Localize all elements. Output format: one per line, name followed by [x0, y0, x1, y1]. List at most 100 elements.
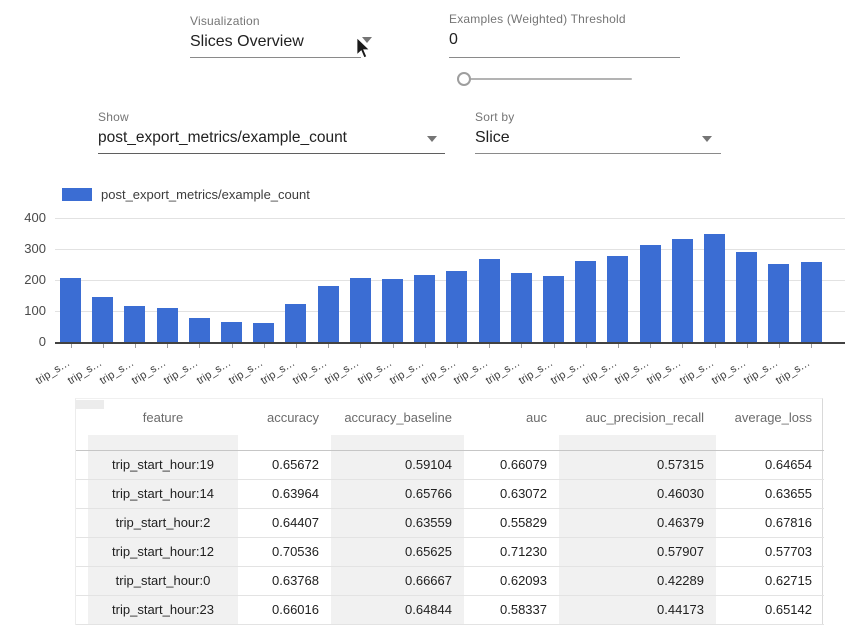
x-axis-tick	[199, 344, 200, 348]
sort-by-underline	[475, 153, 721, 154]
bar[interactable]	[607, 256, 628, 342]
x-axis-tick	[167, 344, 168, 348]
metric-cell: 0.64844	[331, 595, 464, 624]
x-axis-tick	[103, 344, 104, 348]
y-axis-tick-label: 0	[6, 334, 46, 349]
filter-cell	[88, 435, 238, 450]
legend-label: post_export_metrics/example_count	[101, 187, 310, 202]
threshold-label: Examples (Weighted) Threshold	[449, 12, 681, 26]
x-axis-tick	[747, 344, 748, 348]
gridline	[55, 218, 845, 219]
bar[interactable]	[382, 279, 403, 342]
x-axis-tick	[521, 344, 522, 348]
visualization-underline	[190, 57, 361, 58]
show-value[interactable]: post_export_metrics/example_count	[98, 129, 446, 147]
bar[interactable]	[511, 273, 532, 342]
bar[interactable]	[92, 297, 113, 342]
bar[interactable]	[801, 262, 822, 342]
metric-cell: 0.65625	[331, 537, 464, 566]
bar[interactable]	[157, 308, 178, 342]
slider-track[interactable]	[457, 78, 632, 80]
bar[interactable]	[768, 264, 789, 342]
column-header-feature[interactable]: feature	[88, 399, 238, 435]
bar[interactable]	[704, 234, 725, 343]
metric-cell: 0.63559	[331, 508, 464, 537]
visualization-value[interactable]: Slices Overview	[190, 33, 362, 51]
column-header-auc-precision-recall[interactable]: auc_precision_recall	[559, 399, 716, 435]
metric-cell: 0.65766	[331, 479, 464, 508]
metric-cell: 0.62715	[716, 566, 824, 595]
x-axis-tick	[618, 344, 619, 348]
sort-by-dropdown[interactable]: Sort by Slice	[475, 110, 721, 147]
chevron-down-icon[interactable]	[427, 136, 437, 142]
table-row[interactable]: trip_start_hour:20.644070.635590.558290.…	[76, 508, 824, 537]
x-axis-tick	[650, 344, 651, 348]
index-cell	[76, 508, 88, 537]
metric-cell: 0.58337	[464, 595, 559, 624]
metric-cell: 0.44173	[559, 595, 716, 624]
bar[interactable]	[253, 323, 274, 342]
metric-cell: 0.66079	[464, 450, 559, 479]
metric-cell: 0.57315	[559, 450, 716, 479]
x-axis-tick	[715, 344, 716, 348]
table-row[interactable]: trip_start_hour:140.639640.657660.630720…	[76, 479, 824, 508]
feature-cell: trip_start_hour:23	[88, 595, 238, 624]
feature-cell: trip_start_hour:2	[88, 508, 238, 537]
x-axis-tick	[296, 344, 297, 348]
y-axis-tick-label: 100	[6, 303, 46, 318]
metric-cell: 0.63768	[238, 566, 331, 595]
table-row[interactable]: trip_start_hour:120.705360.656250.712300…	[76, 537, 824, 566]
column-header-accuracy-baseline[interactable]: accuracy_baseline	[331, 399, 464, 435]
bar[interactable]	[414, 275, 435, 342]
table-row[interactable]: trip_start_hour:00.637680.666670.620930.…	[76, 566, 824, 595]
table-corner	[76, 400, 104, 409]
column-header-accuracy[interactable]: accuracy	[238, 399, 331, 435]
metric-cell: 0.71230	[464, 537, 559, 566]
y-axis-tick-label: 300	[6, 241, 46, 256]
bar[interactable]	[318, 286, 339, 342]
table-row[interactable]: trip_start_hour:230.660160.648440.583370…	[76, 595, 824, 624]
threshold-field[interactable]: Examples (Weighted) Threshold 0	[449, 12, 681, 49]
x-axis-tick	[779, 344, 780, 348]
metric-cell: 0.63964	[238, 479, 331, 508]
visualization-dropdown[interactable]: Visualization Slices Overview	[190, 14, 362, 51]
gridline	[55, 249, 845, 250]
bar[interactable]	[60, 278, 81, 342]
metric-cell: 0.46030	[559, 479, 716, 508]
column-header-auc[interactable]: auc	[464, 399, 559, 435]
table-row[interactable]: trip_start_hour:190.656720.591040.660790…	[76, 450, 824, 479]
index-cell	[76, 595, 88, 624]
x-axis-tick	[393, 344, 394, 348]
metric-cell: 0.64407	[238, 508, 331, 537]
metric-cell: 0.57703	[716, 537, 824, 566]
bar[interactable]	[736, 252, 757, 342]
index-cell	[76, 566, 88, 595]
column-header-average-loss[interactable]: average_loss	[716, 399, 824, 435]
threshold-slider[interactable]	[457, 73, 632, 87]
bar[interactable]	[124, 306, 145, 342]
chevron-down-icon[interactable]	[702, 136, 712, 142]
bar[interactable]	[189, 318, 210, 342]
x-axis-tick	[71, 344, 72, 348]
bar[interactable]	[543, 276, 564, 342]
slider-handle[interactable]	[457, 72, 471, 86]
filter-cell	[331, 435, 464, 450]
table-body: trip_start_hour:190.656720.591040.660790…	[76, 450, 824, 624]
x-axis-tick	[457, 344, 458, 348]
bar[interactable]	[479, 259, 500, 342]
bar[interactable]	[446, 271, 467, 342]
filter-cell	[559, 435, 716, 450]
bar[interactable]	[672, 239, 693, 342]
bar[interactable]	[640, 245, 661, 342]
show-dropdown[interactable]: Show post_export_metrics/example_count	[98, 110, 446, 147]
bar[interactable]	[221, 322, 242, 342]
metrics-table: feature accuracy accuracy_baseline auc a…	[75, 398, 823, 625]
bar[interactable]	[350, 278, 371, 342]
tfma-slices-overview: Visualization Slices Overview Examples (…	[0, 0, 863, 626]
threshold-input[interactable]: 0	[449, 31, 681, 49]
table-filter-row	[76, 435, 824, 450]
sort-by-value[interactable]: Slice	[475, 129, 721, 147]
bar[interactable]	[575, 261, 596, 342]
bar[interactable]	[285, 304, 306, 342]
metric-cell: 0.57907	[559, 537, 716, 566]
